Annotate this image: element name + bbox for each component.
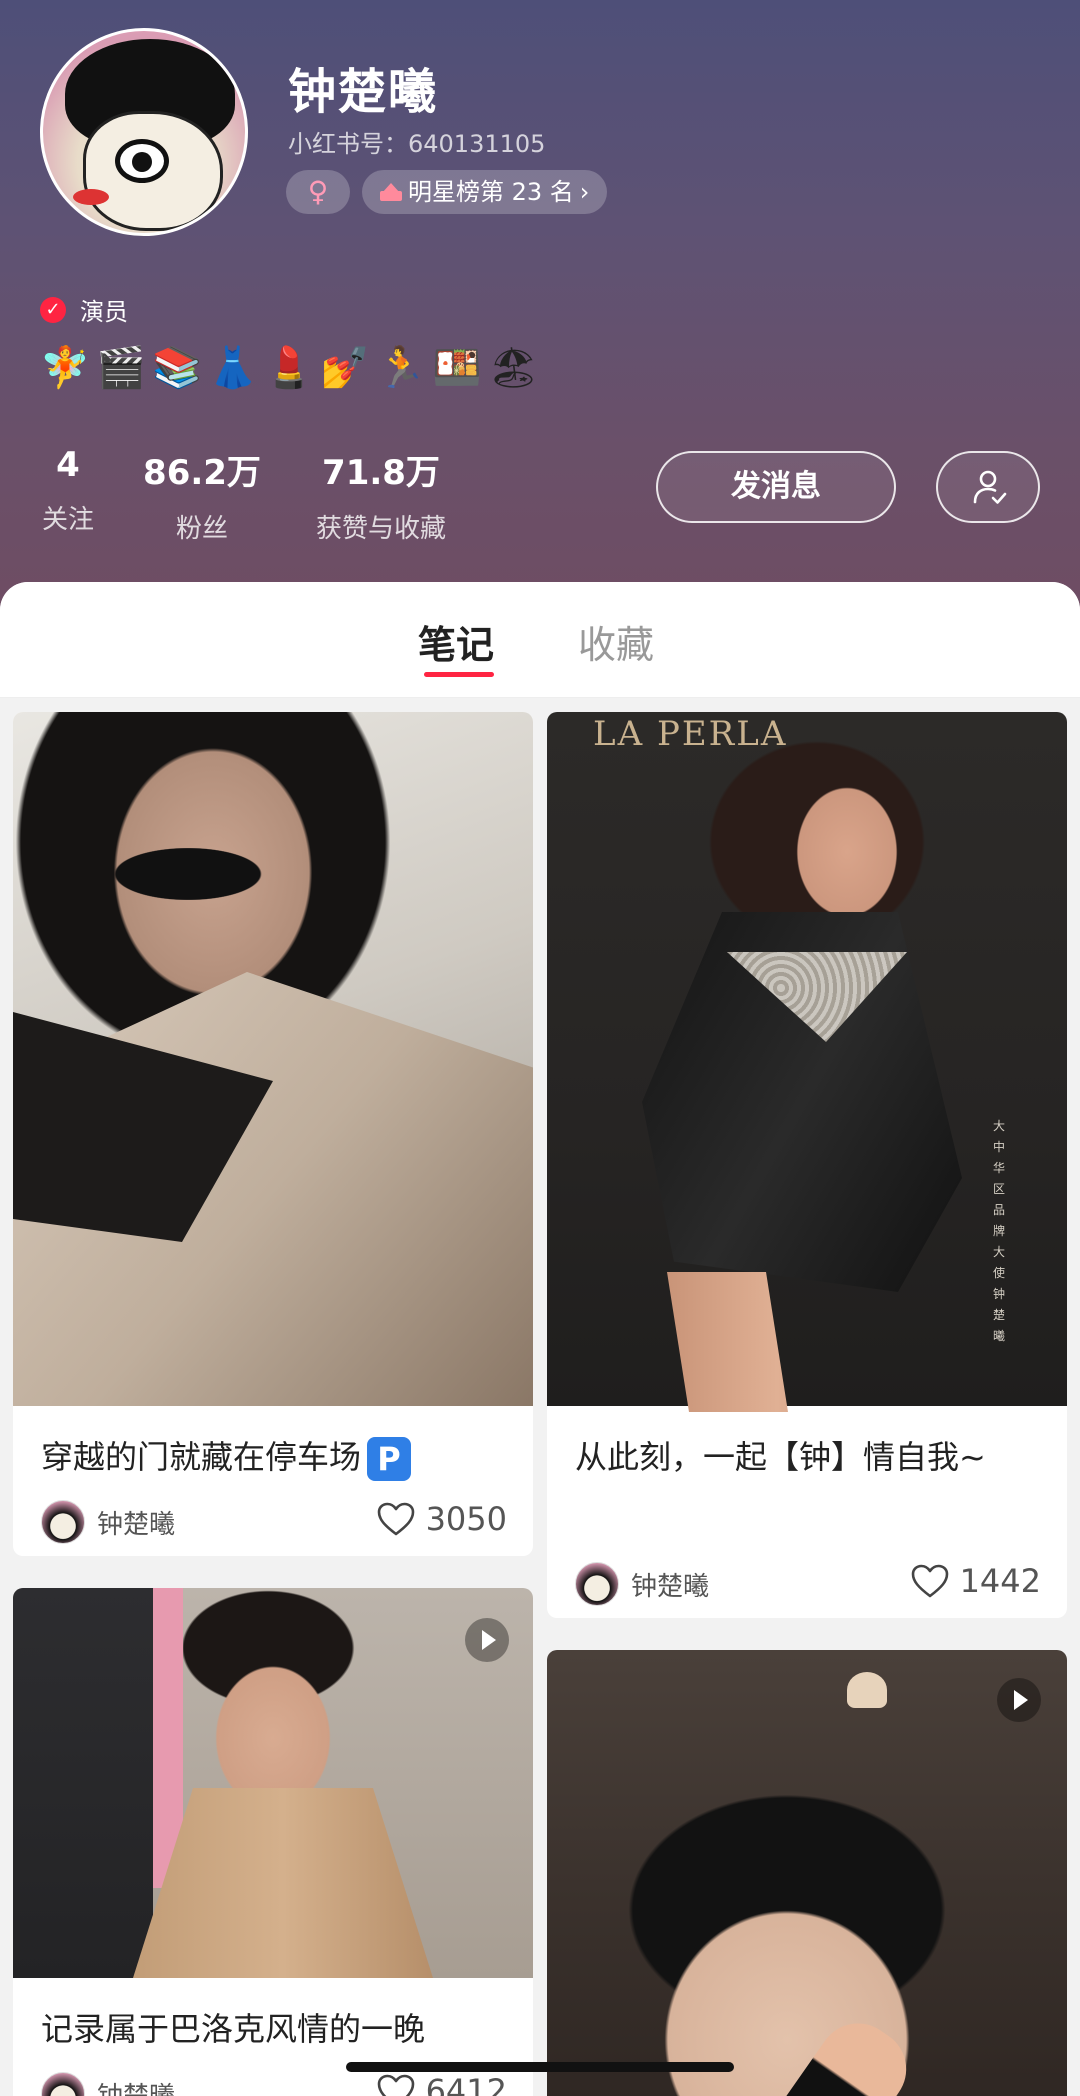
note-title: 记录属于巴洛克风情的一晚 [41, 2010, 426, 2048]
author-avatar [41, 1500, 85, 1544]
like-count: 1442 [959, 1562, 1041, 1600]
like-count: 6412 [425, 2072, 507, 2096]
bento-emoji-icon: 🍱 [432, 345, 482, 391]
stat-following[interactable]: 4 关注 [40, 445, 96, 536]
likes-count: 71.8万 [322, 453, 440, 493]
profile-stats: 4 关注 86.2万 粉丝 71.8万 获赞与收藏 [0, 445, 480, 544]
profile-header: 钟楚曦 小红书号：640131105 ♀ 明星榜第 23 名 › ✓ 演员 🧚 … [0, 0, 1080, 640]
user-check-icon [973, 470, 1007, 504]
likes-label: 获赞与收藏 [315, 514, 446, 544]
profile-avatar[interactable] [40, 28, 248, 236]
note-like-button[interactable]: 3050 [376, 1500, 507, 1538]
image-caption-vertical: 大中华区品牌大使 钟楚曦 [992, 1119, 1005, 1343]
heart-icon [377, 1502, 414, 1536]
brand-watermark: LA PERLA [593, 714, 788, 754]
gender-badge: ♀ [286, 170, 350, 214]
send-message-button[interactable]: 发消息 [656, 451, 896, 523]
like-count: 3050 [425, 1500, 507, 1538]
rank-label: 明星榜第 23 名 [408, 178, 574, 206]
note-card[interactable]: 穿越的门就藏在停车场 P 钟楚曦 3050 [13, 712, 533, 1556]
stat-likes-and-saves[interactable]: 71.8万 获赞与收藏 [306, 445, 456, 545]
followers-label: 粉丝 [175, 514, 228, 544]
note-card[interactable]: LA PERLA 大中华区品牌大使 钟楚曦 从此刻，一起【钟】情自我~ 钟楚曦 … [547, 712, 1067, 1618]
video-play-icon [465, 1618, 509, 1662]
beach-emoji-icon: 🏖 [488, 345, 539, 391]
parking-emoji-icon: P [367, 1437, 412, 1481]
stat-followers[interactable]: 86.2万 粉丝 [140, 445, 264, 545]
note-title: 穿越的门就藏在停车场 P [41, 1430, 505, 1484]
dress-emoji-icon: 👗 [208, 345, 258, 391]
heart-icon [911, 1564, 948, 1598]
home-indicator[interactable] [346, 2062, 734, 2072]
verified-check-icon: ✓ [40, 296, 66, 323]
note-cover-image [547, 1650, 1067, 2096]
note-card[interactable]: 记录属于巴洛克风情的一晚 钟楚曦 6412 [13, 1588, 533, 2096]
note-author[interactable]: 钟楚曦 [41, 2072, 175, 2096]
profile-name: 钟楚曦 [288, 64, 439, 120]
bio-emoji-row: 🧚 🎬 📚 👗 💄 💅 🏃 🍱 🏖 [40, 342, 539, 394]
tab-saved[interactable]: 收藏 [578, 614, 654, 669]
tab-notes[interactable]: 笔记 [418, 614, 494, 669]
tab-bar: 笔记 收藏 [0, 582, 1080, 698]
verification-row: ✓ 演员 [40, 292, 128, 327]
rednote-id: 小红书号：640131105 [288, 130, 546, 158]
following-count: 4 [56, 445, 80, 485]
fairy-emoji-icon: 🧚 [40, 345, 90, 391]
note-card[interactable] [547, 1650, 1067, 2096]
female-icon: ♀ [307, 175, 329, 208]
note-like-button[interactable]: 1442 [910, 1562, 1041, 1600]
books-emoji-icon: 📚 [152, 345, 202, 391]
following-label: 关注 [41, 505, 94, 535]
crown-icon [380, 183, 402, 201]
note-author[interactable]: 钟楚曦 [41, 1500, 175, 1544]
chevron-right-icon: › [579, 178, 590, 206]
followers-count: 86.2万 [143, 453, 261, 493]
lipstick-emoji-icon: 💄 [264, 345, 314, 391]
active-tab-indicator [424, 672, 494, 677]
note-cover-image [13, 1588, 533, 1978]
note-author[interactable]: 钟楚曦 [575, 1562, 709, 1606]
note-title: 从此刻，一起【钟】情自我~ [575, 1438, 986, 1476]
video-play-icon [997, 1678, 1041, 1722]
author-avatar [41, 2072, 85, 2096]
author-avatar [575, 1562, 619, 1606]
note-like-button[interactable]: 6412 [376, 2072, 507, 2096]
heart-icon [377, 2074, 414, 2096]
verification-label: 演员 [80, 298, 128, 326]
author-name: 钟楚曦 [631, 1571, 710, 1602]
star-rank-badge[interactable]: 明星榜第 23 名 › [362, 170, 608, 214]
content-panel: 笔记 收藏 穿越的门就藏在停车场 P 钟楚曦 3050 LA PERLA 大中华… [0, 582, 1080, 2096]
clapperboard-emoji-icon: 🎬 [96, 345, 146, 391]
note-cover-image [13, 712, 533, 1406]
nail-polish-emoji-icon: 💅 [320, 345, 370, 391]
author-name: 钟楚曦 [97, 2076, 175, 2096]
author-name: 钟楚曦 [97, 1509, 176, 1540]
runner-emoji-icon: 🏃 [376, 345, 426, 391]
follow-user-button[interactable] [936, 451, 1040, 523]
note-cover-image: LA PERLA 大中华区品牌大使 钟楚曦 [547, 712, 1067, 1412]
